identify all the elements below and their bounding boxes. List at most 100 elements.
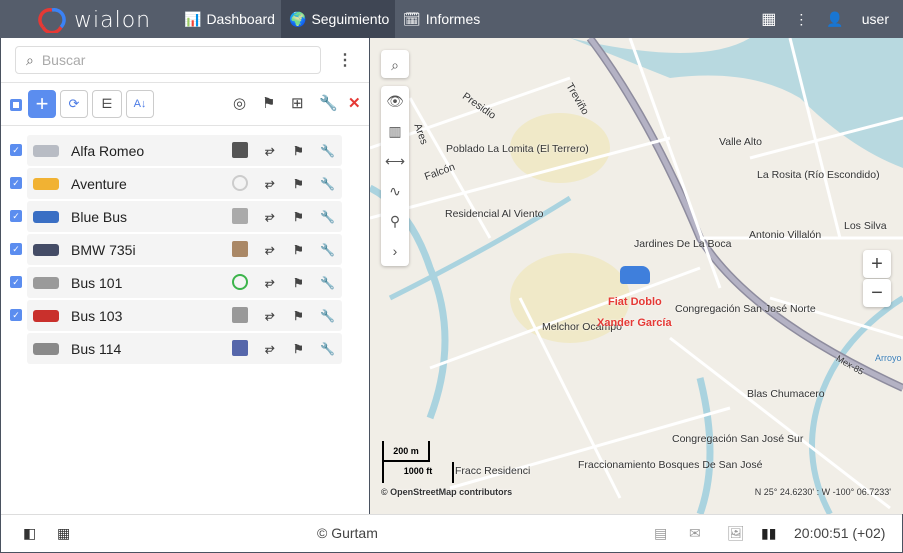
wrench-icon[interactable]: 🔧	[320, 144, 335, 158]
wrench-icon[interactable]: 🔧	[320, 243, 335, 257]
add-unit-button[interactable]: +	[28, 90, 56, 118]
clock: 20:00:51 (+02)	[794, 525, 886, 541]
search-icon: ⌕	[26, 51, 34, 68]
unit-name[interactable]: Bus 103	[71, 308, 122, 324]
nav-informes[interactable]: 🗓 Informes	[395, 0, 488, 38]
sort-button[interactable]: A↓	[126, 90, 154, 118]
toggle-panel-icon[interactable]: ◧	[23, 525, 36, 542]
unit-name[interactable]: Alfa Romeo	[71, 143, 144, 159]
grid-icon[interactable]: ▦	[57, 525, 70, 542]
notifications-icon[interactable]: ▤	[654, 525, 667, 542]
driver-photo[interactable]	[232, 241, 248, 257]
unit-row[interactable]: Blue Bus ⥂ ⚑ 🔧	[27, 201, 342, 232]
tree-view-button[interactable]: ⋿	[92, 90, 122, 118]
nav-dashboard[interactable]: 📊 Dashboard	[176, 0, 283, 38]
trip-icon[interactable]: ⥂	[265, 341, 275, 356]
more-menu-icon[interactable]: ⋮	[794, 11, 808, 28]
steering-wheel-icon[interactable]	[232, 175, 248, 191]
unit-name[interactable]: Bus 114	[71, 341, 121, 357]
trip-icon[interactable]: ⥂	[265, 275, 275, 290]
unit-checkbox[interactable]: ✓	[10, 210, 22, 222]
search-menu-icon[interactable]: ⋮	[337, 50, 353, 70]
units-panel: ⌕ Buscar ⋮ + ⟳ ⋿ A↓ ◎ ⚑ ⊞ 🔧 ✕ ✓ Alfa Rome…	[1, 38, 369, 514]
unit-row[interactable]: Alfa Romeo ⥂ ⚑ 🔧	[27, 135, 342, 166]
trip-icon[interactable]: ⥂	[265, 143, 275, 158]
geofence-icon[interactable]: ⚲	[390, 206, 400, 236]
scale-meters: 200 m	[382, 441, 430, 462]
wrench-icon[interactable]: 🔧	[319, 94, 338, 112]
wrench-icon[interactable]: 🔧	[320, 342, 335, 356]
flag-icon[interactable]: ⚑	[293, 342, 304, 356]
unit-name[interactable]: Blue Bus	[71, 209, 127, 225]
unit-row[interactable]: BMW 735i ⥂ ⚑ 🔧	[27, 234, 342, 265]
eye-icon[interactable]: 👁	[386, 86, 404, 116]
trip-icon[interactable]: ⥂	[265, 209, 275, 224]
ruler-icon[interactable]: ⟷	[385, 146, 405, 176]
checkered-flag-icon[interactable]: ⚑	[262, 94, 275, 112]
unit-checkbox[interactable]: ✓	[10, 309, 22, 321]
unit-label[interactable]: Fiat Doblo	[608, 296, 662, 308]
map[interactable]: Presidio Treviño Ares Poblado La Lomita …	[370, 38, 903, 514]
unit-row[interactable]: Aventure ⥂ ⚑ 🔧	[27, 168, 342, 199]
driver-label[interactable]: Xander García	[597, 317, 672, 329]
driver-photo[interactable]	[232, 307, 248, 323]
bar-chart-icon: 📊	[184, 10, 202, 27]
zoom-out-button[interactable]: −	[863, 279, 891, 307]
flag-icon[interactable]: ⚑	[293, 177, 304, 191]
driver-photo[interactable]	[232, 208, 248, 224]
image-icon[interactable]: 🖼	[727, 525, 745, 542]
divider	[1, 82, 369, 83]
nav-seguimiento[interactable]: 🌍 Seguimiento	[281, 0, 395, 38]
attribution[interactable]: © OpenStreetMap contributors	[381, 487, 512, 497]
steering-wheel-icon[interactable]: ◎	[233, 94, 246, 112]
unit-row[interactable]: Bus 114 ⥂ ⚑ 🔧	[27, 333, 342, 364]
unit-row[interactable]: Bus 103 ⥂ ⚑ 🔧	[27, 300, 342, 331]
flag-icon[interactable]: ⚑	[293, 144, 304, 158]
wrench-icon[interactable]: 🔧	[320, 177, 335, 191]
trip-icon[interactable]: ⥂	[265, 242, 275, 257]
layout-icon[interactable]: ▮▮	[761, 525, 776, 542]
user-icon[interactable]: 👤	[826, 11, 843, 28]
logo-icon	[38, 8, 66, 33]
flag-icon[interactable]: ⚑	[293, 276, 304, 290]
unit-icon	[33, 310, 59, 322]
user-name[interactable]: user	[862, 11, 889, 27]
route-icon[interactable]: ∿	[389, 176, 401, 206]
refresh-button[interactable]: ⟳	[60, 90, 88, 118]
map-layers-icon[interactable]: ▥	[388, 116, 401, 146]
unit-name[interactable]: BMW 735i	[71, 242, 136, 258]
unit-checkbox[interactable]: ✓	[10, 144, 22, 156]
driver-photo[interactable]	[232, 340, 248, 356]
scale-feet: 1000 ft	[382, 462, 454, 483]
unit-icon	[33, 178, 59, 190]
wrench-icon[interactable]: 🔧	[320, 210, 335, 224]
steering-wheel-icon[interactable]	[232, 274, 248, 290]
unit-icon	[33, 244, 59, 256]
driver-photo[interactable]	[232, 142, 248, 158]
flag-icon[interactable]: ⚑	[293, 309, 304, 323]
unit-checkbox[interactable]: ✓	[10, 243, 22, 255]
unit-checkbox[interactable]: ✓	[10, 276, 22, 288]
unit-name[interactable]: Aventure	[71, 176, 127, 192]
chevron-right-icon[interactable]: ›	[393, 236, 398, 266]
wrench-icon[interactable]: 🔧	[320, 276, 335, 290]
messages-icon[interactable]: ✉	[689, 525, 701, 542]
search-input[interactable]: ⌕ Buscar	[15, 46, 321, 74]
flag-icon[interactable]: ⚑	[293, 243, 304, 257]
trip-icon[interactable]: ⥂	[265, 308, 275, 323]
unit-checkbox[interactable]: ✓	[10, 177, 22, 189]
close-icon[interactable]: ✕	[348, 94, 361, 112]
trip-icon[interactable]: ⥂	[265, 176, 275, 191]
unit-row[interactable]: Bus 101 ⥂ ⚑ 🔧	[27, 267, 342, 298]
wrench-icon[interactable]: 🔧	[320, 309, 335, 323]
flag-icon[interactable]: ⚑	[293, 210, 304, 224]
apps-grid-icon[interactable]: ▦	[761, 9, 776, 29]
zoom-in-button[interactable]: +	[863, 250, 891, 278]
unit-marker-icon[interactable]	[620, 266, 650, 284]
add-geofence-icon[interactable]: ⊞	[291, 94, 304, 112]
unit-name[interactable]: Bus 101	[71, 275, 122, 291]
copyright: © Gurtam	[317, 525, 378, 541]
select-all-checkbox[interactable]	[10, 99, 22, 111]
wialon-logo[interactable]: wialon	[38, 7, 151, 33]
map-search-button[interactable]: ⌕	[381, 50, 409, 78]
